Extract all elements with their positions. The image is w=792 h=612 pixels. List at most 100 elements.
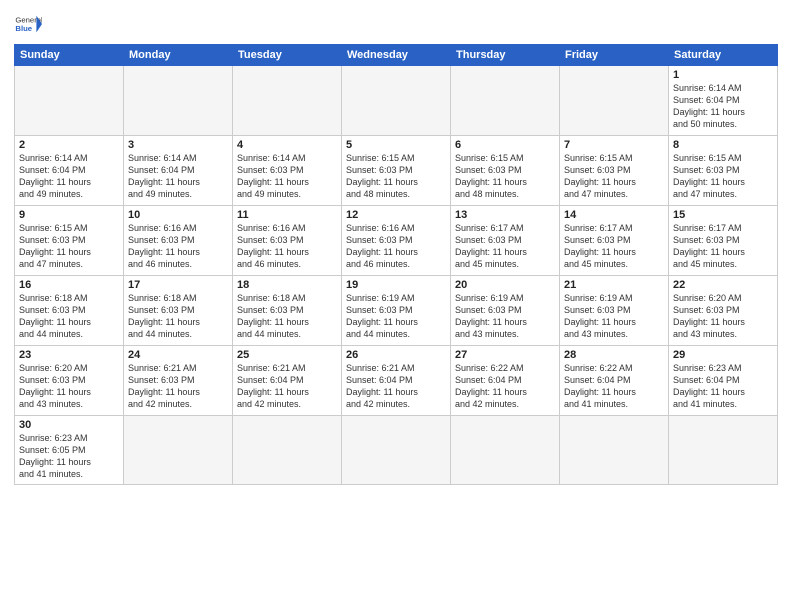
day-number: 20 bbox=[455, 279, 555, 291]
calendar-day-cell: 27Sunrise: 6:22 AM Sunset: 6:04 PM Dayli… bbox=[451, 346, 560, 416]
day-number: 6 bbox=[455, 139, 555, 151]
logo: General Blue bbox=[14, 10, 42, 38]
day-number: 1 bbox=[673, 69, 773, 81]
day-info: Sunrise: 6:17 AM Sunset: 6:03 PM Dayligh… bbox=[564, 222, 664, 271]
day-info: Sunrise: 6:16 AM Sunset: 6:03 PM Dayligh… bbox=[237, 222, 337, 271]
weekday-header-friday: Friday bbox=[560, 45, 669, 66]
day-number: 19 bbox=[346, 279, 446, 291]
day-info: Sunrise: 6:19 AM Sunset: 6:03 PM Dayligh… bbox=[564, 292, 664, 341]
day-number: 12 bbox=[346, 209, 446, 221]
calendar-day-cell bbox=[124, 66, 233, 136]
calendar-day-cell: 5Sunrise: 6:15 AM Sunset: 6:03 PM Daylig… bbox=[342, 136, 451, 206]
calendar-day-cell: 29Sunrise: 6:23 AM Sunset: 6:04 PM Dayli… bbox=[669, 346, 778, 416]
calendar-day-cell: 15Sunrise: 6:17 AM Sunset: 6:03 PM Dayli… bbox=[669, 206, 778, 276]
calendar-day-cell bbox=[233, 66, 342, 136]
calendar-day-cell: 12Sunrise: 6:16 AM Sunset: 6:03 PM Dayli… bbox=[342, 206, 451, 276]
calendar-day-cell: 23Sunrise: 6:20 AM Sunset: 6:03 PM Dayli… bbox=[15, 346, 124, 416]
day-info: Sunrise: 6:23 AM Sunset: 6:04 PM Dayligh… bbox=[673, 362, 773, 411]
weekday-header-monday: Monday bbox=[124, 45, 233, 66]
day-info: Sunrise: 6:14 AM Sunset: 6:04 PM Dayligh… bbox=[19, 152, 119, 201]
day-number: 3 bbox=[128, 139, 228, 151]
calendar-day-cell: 17Sunrise: 6:18 AM Sunset: 6:03 PM Dayli… bbox=[124, 276, 233, 346]
day-number: 18 bbox=[237, 279, 337, 291]
day-number: 29 bbox=[673, 349, 773, 361]
day-info: Sunrise: 6:20 AM Sunset: 6:03 PM Dayligh… bbox=[673, 292, 773, 341]
day-number: 17 bbox=[128, 279, 228, 291]
calendar-day-cell: 13Sunrise: 6:17 AM Sunset: 6:03 PM Dayli… bbox=[451, 206, 560, 276]
day-info: Sunrise: 6:21 AM Sunset: 6:04 PM Dayligh… bbox=[237, 362, 337, 411]
calendar-day-cell: 26Sunrise: 6:21 AM Sunset: 6:04 PM Dayli… bbox=[342, 346, 451, 416]
weekday-header-sunday: Sunday bbox=[15, 45, 124, 66]
day-info: Sunrise: 6:14 AM Sunset: 6:04 PM Dayligh… bbox=[673, 82, 773, 131]
calendar-day-cell bbox=[342, 66, 451, 136]
day-number: 5 bbox=[346, 139, 446, 151]
calendar-day-cell: 2Sunrise: 6:14 AM Sunset: 6:04 PM Daylig… bbox=[15, 136, 124, 206]
day-info: Sunrise: 6:22 AM Sunset: 6:04 PM Dayligh… bbox=[455, 362, 555, 411]
calendar-day-cell: 9Sunrise: 6:15 AM Sunset: 6:03 PM Daylig… bbox=[15, 206, 124, 276]
day-info: Sunrise: 6:18 AM Sunset: 6:03 PM Dayligh… bbox=[19, 292, 119, 341]
weekday-header-thursday: Thursday bbox=[451, 45, 560, 66]
day-info: Sunrise: 6:18 AM Sunset: 6:03 PM Dayligh… bbox=[237, 292, 337, 341]
day-info: Sunrise: 6:23 AM Sunset: 6:05 PM Dayligh… bbox=[19, 432, 119, 481]
day-number: 30 bbox=[19, 419, 119, 431]
calendar-day-cell: 16Sunrise: 6:18 AM Sunset: 6:03 PM Dayli… bbox=[15, 276, 124, 346]
calendar-day-cell: 25Sunrise: 6:21 AM Sunset: 6:04 PM Dayli… bbox=[233, 346, 342, 416]
generalblue-logo-icon: General Blue bbox=[14, 10, 42, 38]
day-number: 15 bbox=[673, 209, 773, 221]
calendar-day-cell: 24Sunrise: 6:21 AM Sunset: 6:03 PM Dayli… bbox=[124, 346, 233, 416]
day-number: 8 bbox=[673, 139, 773, 151]
day-number: 25 bbox=[237, 349, 337, 361]
calendar-week-row: 1Sunrise: 6:14 AM Sunset: 6:04 PM Daylig… bbox=[15, 66, 778, 136]
calendar-day-cell: 3Sunrise: 6:14 AM Sunset: 6:04 PM Daylig… bbox=[124, 136, 233, 206]
calendar-day-cell bbox=[124, 416, 233, 485]
calendar-day-cell: 19Sunrise: 6:19 AM Sunset: 6:03 PM Dayli… bbox=[342, 276, 451, 346]
calendar-day-cell bbox=[342, 416, 451, 485]
calendar-day-cell: 22Sunrise: 6:20 AM Sunset: 6:03 PM Dayli… bbox=[669, 276, 778, 346]
day-info: Sunrise: 6:15 AM Sunset: 6:03 PM Dayligh… bbox=[346, 152, 446, 201]
calendar-day-cell bbox=[15, 66, 124, 136]
day-number: 9 bbox=[19, 209, 119, 221]
weekday-header-wednesday: Wednesday bbox=[342, 45, 451, 66]
calendar-day-cell: 10Sunrise: 6:16 AM Sunset: 6:03 PM Dayli… bbox=[124, 206, 233, 276]
calendar-table: SundayMondayTuesdayWednesdayThursdayFrid… bbox=[14, 44, 778, 485]
calendar-day-cell: 11Sunrise: 6:16 AM Sunset: 6:03 PM Dayli… bbox=[233, 206, 342, 276]
day-number: 26 bbox=[346, 349, 446, 361]
calendar-day-cell: 30Sunrise: 6:23 AM Sunset: 6:05 PM Dayli… bbox=[15, 416, 124, 485]
day-info: Sunrise: 6:14 AM Sunset: 6:03 PM Dayligh… bbox=[237, 152, 337, 201]
day-number: 21 bbox=[564, 279, 664, 291]
day-info: Sunrise: 6:19 AM Sunset: 6:03 PM Dayligh… bbox=[455, 292, 555, 341]
calendar-week-row: 30Sunrise: 6:23 AM Sunset: 6:05 PM Dayli… bbox=[15, 416, 778, 485]
calendar-day-cell: 8Sunrise: 6:15 AM Sunset: 6:03 PM Daylig… bbox=[669, 136, 778, 206]
day-info: Sunrise: 6:18 AM Sunset: 6:03 PM Dayligh… bbox=[128, 292, 228, 341]
day-number: 10 bbox=[128, 209, 228, 221]
day-info: Sunrise: 6:16 AM Sunset: 6:03 PM Dayligh… bbox=[346, 222, 446, 271]
calendar-week-row: 2Sunrise: 6:14 AM Sunset: 6:04 PM Daylig… bbox=[15, 136, 778, 206]
weekday-header-saturday: Saturday bbox=[669, 45, 778, 66]
day-number: 16 bbox=[19, 279, 119, 291]
calendar-day-cell bbox=[233, 416, 342, 485]
weekday-header-tuesday: Tuesday bbox=[233, 45, 342, 66]
day-number: 11 bbox=[237, 209, 337, 221]
calendar-day-cell: 7Sunrise: 6:15 AM Sunset: 6:03 PM Daylig… bbox=[560, 136, 669, 206]
day-number: 4 bbox=[237, 139, 337, 151]
calendar-week-row: 9Sunrise: 6:15 AM Sunset: 6:03 PM Daylig… bbox=[15, 206, 778, 276]
day-info: Sunrise: 6:17 AM Sunset: 6:03 PM Dayligh… bbox=[455, 222, 555, 271]
calendar-day-cell: 6Sunrise: 6:15 AM Sunset: 6:03 PM Daylig… bbox=[451, 136, 560, 206]
day-number: 27 bbox=[455, 349, 555, 361]
calendar-day-cell: 18Sunrise: 6:18 AM Sunset: 6:03 PM Dayli… bbox=[233, 276, 342, 346]
day-info: Sunrise: 6:19 AM Sunset: 6:03 PM Dayligh… bbox=[346, 292, 446, 341]
calendar-day-cell bbox=[669, 416, 778, 485]
svg-text:Blue: Blue bbox=[15, 24, 32, 33]
day-info: Sunrise: 6:15 AM Sunset: 6:03 PM Dayligh… bbox=[673, 152, 773, 201]
calendar-day-cell: 20Sunrise: 6:19 AM Sunset: 6:03 PM Dayli… bbox=[451, 276, 560, 346]
calendar-day-cell: 28Sunrise: 6:22 AM Sunset: 6:04 PM Dayli… bbox=[560, 346, 669, 416]
day-number: 28 bbox=[564, 349, 664, 361]
day-info: Sunrise: 6:22 AM Sunset: 6:04 PM Dayligh… bbox=[564, 362, 664, 411]
day-number: 7 bbox=[564, 139, 664, 151]
calendar-week-row: 23Sunrise: 6:20 AM Sunset: 6:03 PM Dayli… bbox=[15, 346, 778, 416]
day-info: Sunrise: 6:16 AM Sunset: 6:03 PM Dayligh… bbox=[128, 222, 228, 271]
calendar-day-cell: 21Sunrise: 6:19 AM Sunset: 6:03 PM Dayli… bbox=[560, 276, 669, 346]
day-number: 22 bbox=[673, 279, 773, 291]
weekday-header-row: SundayMondayTuesdayWednesdayThursdayFrid… bbox=[15, 45, 778, 66]
page: General Blue SundayMondayTuesdayWednesda… bbox=[0, 0, 792, 612]
